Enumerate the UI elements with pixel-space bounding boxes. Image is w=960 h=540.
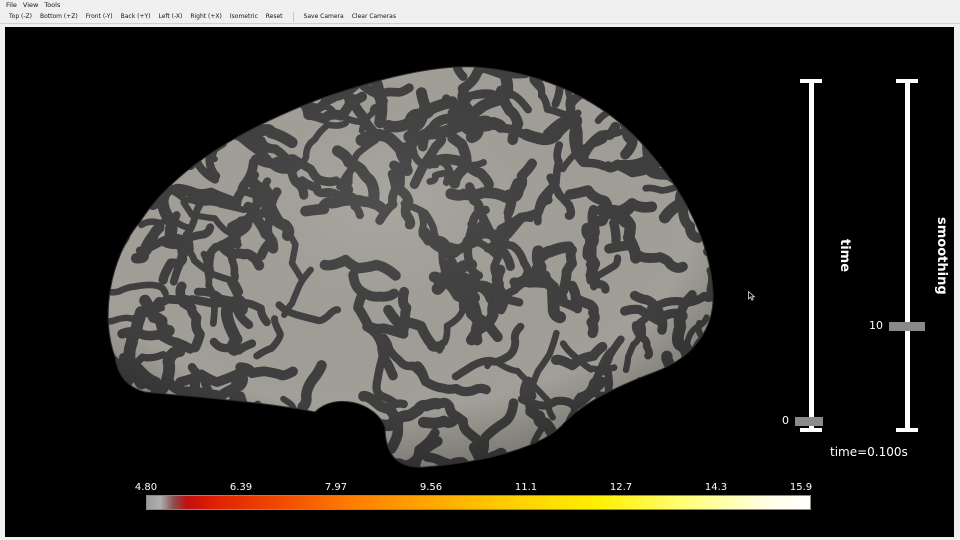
menu-bar: File View Tools [0,0,960,10]
sulcus-patch [624,66,674,86]
sulcus-patch [108,109,163,149]
sulcus-patch [189,93,207,138]
sulcus-patch [677,66,697,114]
time-slider-value: 0 [782,414,789,427]
sulcus-patch [654,82,712,128]
sulcus-patch [693,104,714,131]
sulcus-patch [159,110,196,171]
view-reset-button[interactable]: Reset [262,10,287,23]
colorbar-tick: 11.1 [514,482,538,493]
sulcus-patch [611,433,663,468]
smoothing-slider-handle[interactable] [889,322,925,331]
sulcus-patch [161,70,225,102]
smoothing-slider-title: smoothing [934,217,949,295]
sulcus-patch [121,111,191,136]
colorbar-tick: 15.9 [789,482,813,493]
view-front-button[interactable]: Front (-Y) [82,10,117,23]
sulcus-patch [594,392,668,423]
sulcus-patch [687,180,714,226]
sulcus-patch [111,148,149,169]
smoothing-slider-value: 10 [869,319,883,332]
sulcus-patch [709,420,714,468]
sulcus-patch [256,440,309,457]
sulcus-patch [165,130,181,181]
sulcus-patch [594,391,678,419]
sulcus-patch [108,106,143,144]
sulcus-patch [616,393,666,415]
sulcus-patch [703,196,714,260]
sulcus-patch [182,443,230,468]
view-right-button[interactable]: Right (+X) [186,10,226,23]
sulcus-patch [652,66,698,127]
sulcus-patch [108,103,132,142]
sulcus-patch [108,338,112,388]
sulcus-patch [196,66,218,81]
view-back-button[interactable]: Back (+Y) [117,10,155,23]
colorbar-tick: 6.39 [229,482,253,493]
sulcus-patch [159,66,191,69]
sulcus-patch [113,169,160,210]
colorbar-tick: 7.97 [324,482,348,493]
sulcus-patch [594,390,628,450]
colorbar-tick: 4.80 [134,482,158,493]
menu-view[interactable]: View [20,0,41,10]
sulcus-patch [227,404,287,448]
sulcus-patch [695,386,714,458]
sulcus-patch [644,405,671,455]
time-slider-bottom-cap [800,428,822,432]
clear-cameras-button[interactable]: Clear Cameras [348,10,400,23]
sulcus-patch [564,66,619,85]
sulcus-patch [150,85,202,138]
menu-tools[interactable]: Tools [41,0,63,10]
sulcus-patch [706,266,714,325]
smoothing-slider-track[interactable] [905,79,910,431]
sulcus-patch [304,66,341,86]
sulcus-patch [142,101,167,148]
sulcus-patch [580,428,640,445]
sulcus-patch [153,129,220,150]
sulcus-patch [481,66,531,74]
mouse-cursor-icon [748,291,756,301]
sulcus-patch [214,391,252,459]
time-slider-title: time [837,239,852,273]
sulcus-patch [661,350,697,429]
sulcus-patch [642,443,700,468]
menu-file[interactable]: File [3,0,20,10]
sulcus-patch [262,66,294,69]
sulcus-patch [703,240,714,257]
sulcus-patch [108,66,126,121]
sulcus-patch [619,94,658,125]
view-top-button[interactable]: Top (-Z) [5,10,36,23]
sulcus-patch [703,66,714,68]
sulcus-patch [708,309,714,366]
time-slider-handle[interactable] [795,417,823,426]
time-readout: time=0.100s [830,445,908,459]
view-isometric-button[interactable]: Isometric [226,10,262,23]
colorbar-tick: 9.56 [419,482,443,493]
sulcus-patch [251,400,272,468]
toolbar-separator [292,12,294,22]
save-camera-button[interactable]: Save Camera [300,10,348,23]
sulcus-patch [586,412,634,435]
colorbar-tick: 12.7 [609,482,633,493]
render-viewport[interactable]: time 0 smoothing 10 time=0.100s 4.80 6.3… [5,27,954,537]
sulcus-patch [118,124,167,166]
sulcus-patch [584,66,615,85]
toolbar: Top (-Z) Bottom (+Z) Front (-Y) Back (+Y… [0,10,960,24]
sulcus-patch [629,383,653,457]
sulcus-patch [56,259,102,300]
colorbar [146,495,811,510]
colorbar-tick: 14.3 [704,482,728,493]
view-bottom-button[interactable]: Bottom (+Z) [36,10,82,23]
sulcus-patch [252,85,292,102]
view-left-button[interactable]: Left (-X) [154,10,186,23]
sulcus-patch [232,66,279,108]
sulcus-patch [358,436,384,468]
sulcus-patch [607,404,697,432]
time-slider-track[interactable] [809,79,814,431]
smoothing-slider-bottom-cap [896,428,918,432]
sulcus-patch [488,66,515,68]
sulcus-patch [108,100,177,145]
